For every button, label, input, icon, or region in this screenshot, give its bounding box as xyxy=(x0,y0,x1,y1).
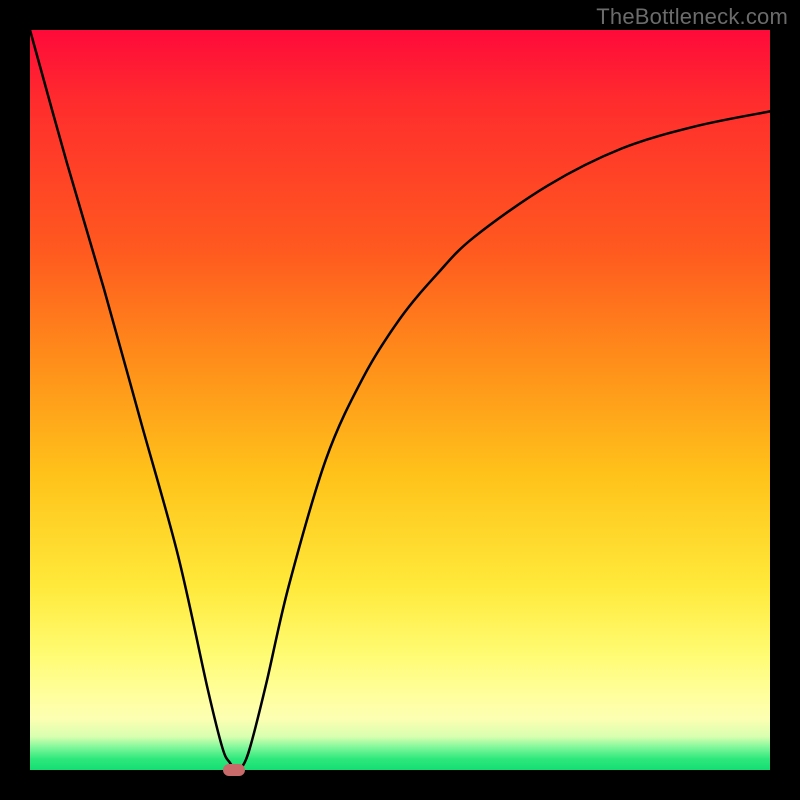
watermark-text: TheBottleneck.com xyxy=(596,4,788,30)
plot-area xyxy=(30,30,770,770)
minimum-marker xyxy=(223,764,245,776)
bottleneck-curve xyxy=(30,30,770,770)
chart-frame: TheBottleneck.com xyxy=(0,0,800,800)
